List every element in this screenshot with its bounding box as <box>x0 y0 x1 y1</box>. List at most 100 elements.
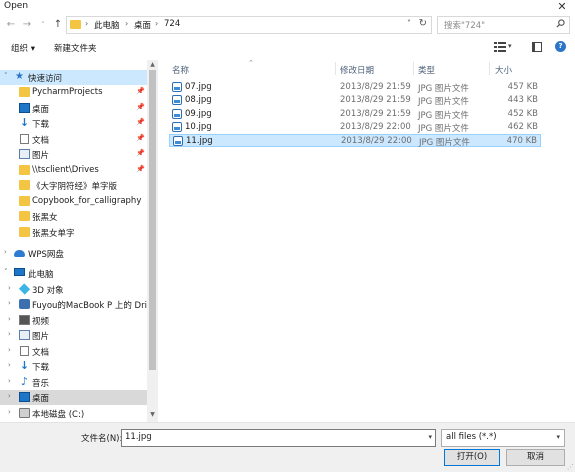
file-type: JPG 图片文件 <box>418 111 469 121</box>
file-type: JPG 图片文件 <box>418 124 469 134</box>
nav-tsclient-drives[interactable]: \\tsclient\Drives 📌 <box>0 163 147 178</box>
nav-pycharmprojects[interactable]: PycharmProjects 📌 <box>0 85 147 100</box>
scroll-down-icon[interactable]: ▼ <box>147 410 158 420</box>
search-icon <box>556 19 565 28</box>
nav-downloads-pinned[interactable]: ↓ 下载 📌 <box>0 116 147 131</box>
chevron-right-icon[interactable]: › <box>8 299 11 307</box>
network-drive-icon <box>19 299 30 309</box>
nav-pictures[interactable]: › 图片 <box>0 328 147 343</box>
nav-folder-zhangheinv[interactable]: 张黑女 <box>0 209 147 224</box>
desktop-icon <box>19 103 30 113</box>
nav-music[interactable]: › ♪ 音乐 <box>0 375 147 390</box>
nav-documents[interactable]: › 文档 <box>0 344 147 359</box>
new-folder-button[interactable]: 新建文件夹 <box>54 42 97 54</box>
computer-icon <box>14 268 25 276</box>
chevron-down-icon[interactable]: ▾ <box>556 433 560 441</box>
chevron-down-icon[interactable]: ▾ <box>428 433 432 441</box>
pin-icon: 📌 <box>136 149 145 157</box>
chevron-right-icon[interactable]: › <box>8 346 11 354</box>
cloud-icon <box>14 250 25 257</box>
help-icon[interactable]: ? <box>555 41 566 52</box>
chevron-right-icon[interactable]: › <box>8 408 11 416</box>
nav-label: 文档 <box>32 348 50 358</box>
column-divider[interactable] <box>489 62 490 75</box>
nav-folder-zhangheinv-single[interactable]: 张黑女单字 <box>0 225 147 240</box>
pin-icon: 📌 <box>136 103 145 111</box>
column-header-name[interactable]: 名称 <box>172 64 189 76</box>
address-dropdown-icon[interactable]: ˅ <box>407 19 411 28</box>
breadcrumb-item[interactable]: 724 <box>164 19 180 29</box>
nav-quick-access[interactable]: ˅ ★ 快速访问 <box>0 70 147 85</box>
nav-folder-copybook[interactable]: Copybook_for_calligraphy <box>0 194 147 209</box>
nav-folder-yinfujing[interactable]: 《大字阴符经》单字版 <box>0 178 147 193</box>
preview-pane-icon[interactable] <box>532 42 542 52</box>
nav-3d-objects[interactable]: › 3D 对象 <box>0 282 147 297</box>
column-header-type[interactable]: 类型 <box>418 64 435 76</box>
recent-locations-chevron-icon[interactable]: ˅ <box>36 18 50 32</box>
up-arrow-icon[interactable]: ↑ <box>51 18 65 32</box>
navigation-scrollbar[interactable]: ▲ ▼ <box>147 60 158 422</box>
scrollbar-thumb[interactable] <box>149 70 156 370</box>
navigation-pane[interactable]: ˅ ★ 快速访问 PycharmProjects 📌 桌面 📌 ↓ 下载 📌 文… <box>0 60 158 422</box>
nav-label: 张黑女 <box>32 213 58 223</box>
nav-label: WPS网盘 <box>28 250 64 260</box>
resize-grip-icon[interactable]: ⋰ <box>567 463 574 471</box>
pin-icon: 📌 <box>136 165 145 173</box>
chevron-right-icon[interactable]: › <box>8 284 11 292</box>
nav-label: 下载 <box>32 363 50 373</box>
title-bar: Open ✕ <box>0 0 575 15</box>
nav-videos[interactable]: › 视频 <box>0 313 147 328</box>
column-header-size[interactable]: 大小 <box>495 64 512 76</box>
chevron-right-icon[interactable]: › <box>8 392 11 400</box>
chevron-right-icon[interactable]: › <box>4 248 7 256</box>
nav-macbook-drive[interactable]: › Fuyou的MacBook P 上的 Drive <box>0 297 157 312</box>
back-arrow-icon[interactable]: ← <box>4 18 18 32</box>
view-options-icon[interactable] <box>494 42 506 52</box>
nav-label: 文档 <box>32 136 50 146</box>
scroll-up-icon[interactable]: ▲ <box>147 60 158 70</box>
column-divider[interactable] <box>413 62 414 75</box>
nav-desktop[interactable]: › 桌面 <box>0 390 147 405</box>
file-row-selected[interactable]: 11.jpg 2013/8/29 22:00 JPG 图片文件 470 KB <box>169 134 541 148</box>
view-dropdown-icon[interactable]: ▾ <box>508 42 512 50</box>
file-type-filter-select[interactable]: all files (*.*) ▾ <box>441 429 565 447</box>
search-input[interactable]: 搜索"724" <box>437 16 570 34</box>
breadcrumb-item[interactable]: 桌面 <box>134 19 151 31</box>
filename-input[interactable]: 11.jpg ▾ <box>121 429 436 447</box>
chevron-down-icon[interactable]: ˅ <box>4 72 8 80</box>
file-row[interactable]: 09.jpg 2013/8/29 21:59 JPG 图片文件 452 KB <box>169 108 541 121</box>
column-header-date[interactable]: 修改日期 <box>340 64 374 76</box>
file-row[interactable]: 07.jpg 2013/8/29 21:59 JPG 图片文件 457 KB <box>169 81 541 94</box>
cancel-button[interactable]: 取消 <box>506 449 565 466</box>
organize-menu-button[interactable]: 组织 ▾ <box>11 42 35 54</box>
nav-this-pc[interactable]: ˅ 此电脑 <box>0 266 147 281</box>
refresh-icon[interactable]: ↻ <box>419 18 427 29</box>
sort-ascending-icon: ⌃ <box>248 59 254 67</box>
nav-pictures-pinned[interactable]: 图片 📌 <box>0 147 147 162</box>
nav-wps-cloud[interactable]: › WPS网盘 <box>0 246 147 261</box>
desktop-icon <box>19 392 30 402</box>
chevron-right-icon[interactable]: › <box>8 361 11 369</box>
open-button[interactable]: 打开(O) <box>444 449 500 466</box>
close-button[interactable]: ✕ <box>549 0 575 14</box>
document-icon <box>20 134 29 144</box>
chevron-down-icon[interactable]: ˅ <box>4 268 8 276</box>
nav-downloads[interactable]: › ↓ 下载 <box>0 359 147 374</box>
breadcrumb-separator: › <box>85 19 89 28</box>
forward-arrow-icon[interactable]: → <box>20 18 34 32</box>
chevron-right-icon[interactable]: › <box>8 377 11 385</box>
breadcrumb-item[interactable]: 此电脑 <box>94 19 120 31</box>
nav-desktop-pinned[interactable]: 桌面 📌 <box>0 101 147 116</box>
file-list[interactable]: ⌃ 名称 修改日期 类型 大小 07.jpg 2013/8/29 21:59 J… <box>162 59 575 422</box>
chevron-right-icon[interactable]: › <box>8 330 11 338</box>
column-divider[interactable] <box>335 62 336 75</box>
chevron-right-icon[interactable]: › <box>8 315 11 323</box>
address-bar[interactable]: › 此电脑 › 桌面 › 724 ˅ ↻ <box>66 16 432 34</box>
pin-icon: 📌 <box>136 87 145 95</box>
file-row[interactable]: 08.jpg 2013/8/29 21:59 JPG 图片文件 443 KB <box>169 94 541 107</box>
image-file-icon <box>172 82 182 92</box>
file-row[interactable]: 10.jpg 2013/8/29 22:00 JPG 图片文件 462 KB <box>169 121 541 134</box>
pin-icon: 📌 <box>136 134 145 142</box>
nav-documents-pinned[interactable]: 文档 📌 <box>0 132 147 147</box>
nav-local-disk-c[interactable]: › 本地磁盘 (C:) <box>0 406 147 421</box>
